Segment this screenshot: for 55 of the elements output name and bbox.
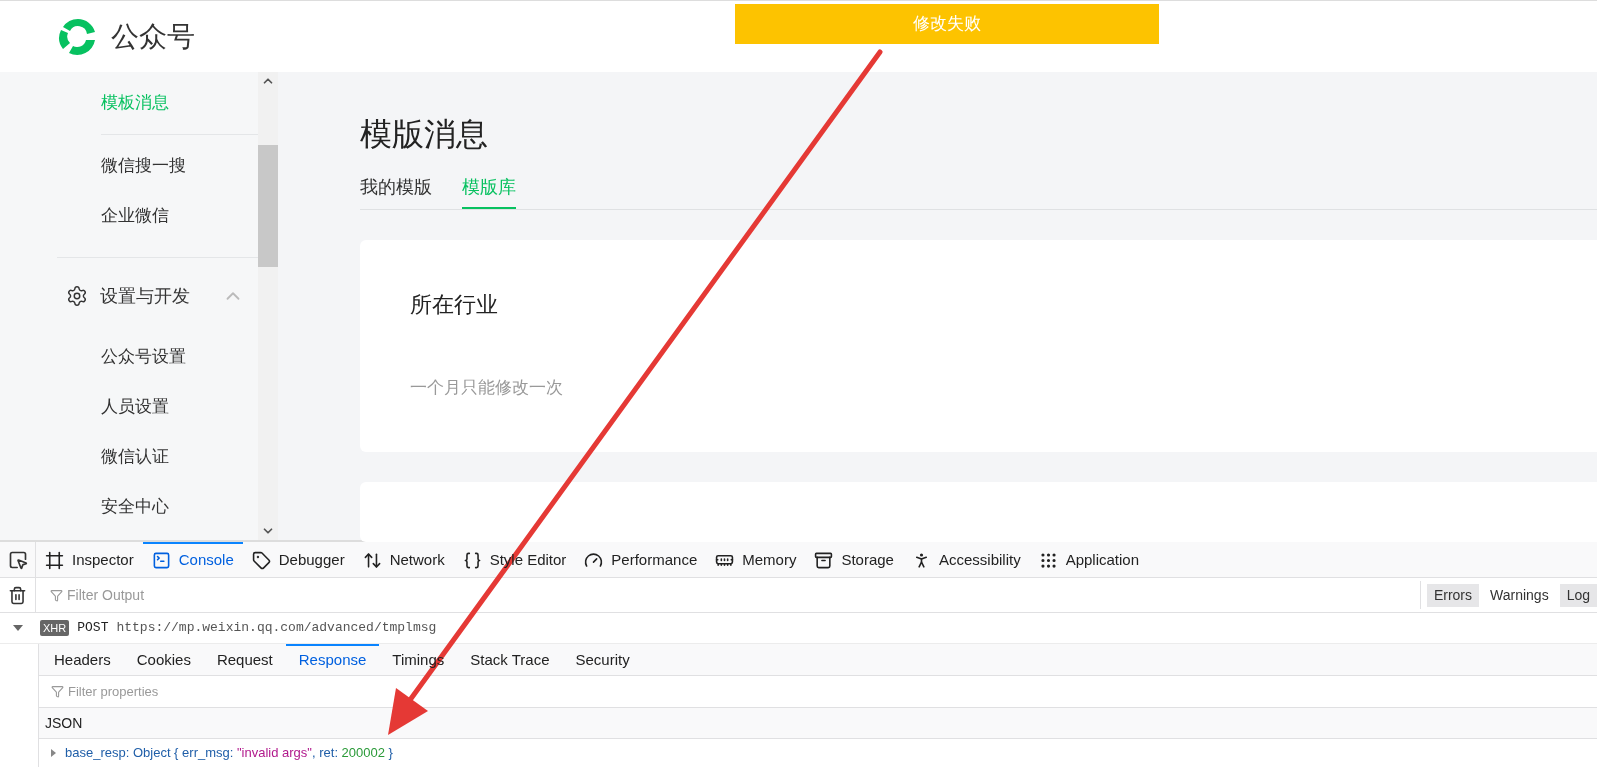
- log-level-filter[interactable]: Errors: [1426, 583, 1479, 607]
- devtools-tab[interactable]: Application: [1029, 542, 1149, 577]
- sidebar-item[interactable]: 微信认证: [0, 432, 258, 482]
- grid-icon: [1038, 551, 1058, 570]
- json-section-header: JSON: [39, 708, 1597, 739]
- devtools-tab[interactable]: Console: [142, 542, 243, 577]
- card-title: 所在行业: [410, 291, 499, 319]
- trash-icon: [8, 585, 27, 605]
- devtools-tab[interactable]: Storage: [805, 542, 903, 577]
- brand-name: 公众号: [111, 19, 195, 54]
- detail-tab[interactable]: Response: [285, 644, 380, 675]
- detail-tab[interactable]: Stack Trace: [457, 644, 563, 675]
- devtools-tab[interactable]: Network: [353, 542, 454, 577]
- sidebar-item[interactable]: 人员设置: [0, 382, 258, 432]
- error-toast: 修改失败: [735, 4, 1159, 44]
- detail-tab[interactable]: Cookies: [123, 644, 204, 675]
- page-tab[interactable]: 我的模版: [360, 174, 432, 209]
- filter-properties-input[interactable]: Filter properties: [68, 681, 368, 702]
- tag-icon: [251, 551, 271, 570]
- devtools-tab[interactable]: Debugger: [242, 542, 354, 577]
- sidebar-scrollbar[interactable]: [258, 72, 278, 540]
- section-title: 设置与开发: [100, 284, 191, 308]
- page-title: 模版消息: [360, 115, 489, 154]
- detail-tab[interactable]: Request: [203, 644, 286, 675]
- devtools-tab[interactable]: Performance: [575, 542, 707, 577]
- detail-tab[interactable]: Security: [562, 644, 643, 675]
- filter-output-field[interactable]: Filter Output: [36, 584, 1420, 606]
- request-url[interactable]: https://mp.weixin.qq.com/advanced/tmplmsg: [116, 618, 437, 638]
- filter-input[interactable]: Filter Output: [67, 584, 367, 606]
- log-level-filter[interactable]: Warnings: [1483, 583, 1556, 607]
- gauge-icon: [584, 551, 604, 570]
- braces-icon: [462, 551, 482, 570]
- devtools-tab[interactable]: Memory: [706, 542, 806, 577]
- drawer-icon: [814, 551, 834, 570]
- sidebar-item[interactable]: 公众号设置: [0, 332, 258, 382]
- log-level-filter[interactable]: Log: [1559, 583, 1597, 607]
- filter-icon: [50, 588, 63, 602]
- filter-icon: [51, 685, 64, 698]
- pointer-icon: [7, 549, 28, 570]
- sidebar-item[interactable]: 安全中心: [0, 482, 258, 532]
- detail-tab[interactable]: Headers: [41, 644, 124, 675]
- devtools-tab[interactable]: Accessibility: [902, 542, 1030, 577]
- settings-icon: [66, 285, 88, 307]
- devtools-tab[interactable]: Inspector: [36, 542, 143, 577]
- request-method: POST: [77, 619, 109, 638]
- arrows-icon: [362, 551, 382, 570]
- frame-icon: [45, 551, 64, 570]
- sidebar-section-header[interactable]: 设置与开发: [0, 268, 258, 324]
- response-property: base_resp: Object { err_msg: "invalid args", ret: 200002 }: [65, 744, 393, 763]
- sidebar-item[interactable]: 企业微信: [0, 191, 258, 241]
- scrollbar-thumb[interactable]: [258, 145, 278, 268]
- card-note: 一个月只能修改一次: [410, 377, 564, 399]
- xhr-badge: XHR: [40, 619, 70, 637]
- terminal-icon: [151, 551, 171, 570]
- sidebar-item[interactable]: 微信搜一搜: [0, 141, 258, 191]
